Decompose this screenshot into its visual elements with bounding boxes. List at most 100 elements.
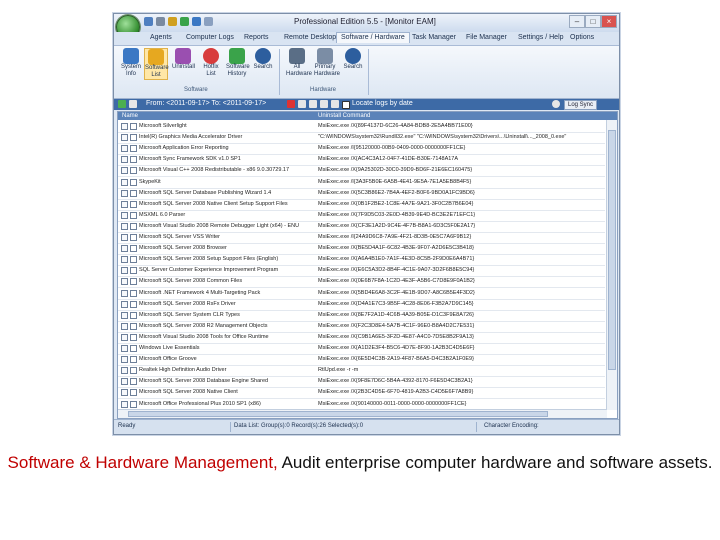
tab-remote-desktop[interactable]: Remote Desktop: [284, 34, 336, 41]
tab-agents[interactable]: Agents: [150, 34, 172, 41]
tab-file-manager[interactable]: File Manager: [466, 34, 507, 41]
tab-reports[interactable]: Reports: [244, 34, 269, 41]
horizontal-scrollbar[interactable]: [118, 409, 607, 418]
software-history-button[interactable]: Software History: [226, 48, 250, 78]
software-search-button[interactable]: Search: [252, 48, 274, 71]
row-checkbox[interactable]: [130, 400, 137, 408]
row-uninstall-command: MsiExec.exe /X{9A25302D-30C0-39D9-BD6F-2…: [318, 167, 473, 174]
row-checkbox[interactable]: [130, 378, 137, 386]
tab-task-manager[interactable]: Task Manager: [412, 34, 456, 41]
software-list-button[interactable]: Software List: [144, 48, 169, 80]
calendar-alt-icon[interactable]: [298, 100, 306, 108]
close-button[interactable]: ×: [601, 15, 617, 28]
expand-icon[interactable]: [121, 222, 128, 230]
row-checkbox[interactable]: [130, 267, 137, 275]
row-checkbox[interactable]: [130, 200, 137, 208]
save-icon[interactable]: [309, 100, 317, 108]
quick-access-refresh-icon[interactable]: [180, 17, 189, 26]
row-checkbox[interactable]: [130, 356, 137, 364]
expand-icon[interactable]: [121, 267, 128, 275]
horizontal-scroll-thumb[interactable]: [128, 411, 548, 417]
row-checkbox[interactable]: [130, 189, 137, 197]
hotfix-list-button[interactable]: Hotfix List: [200, 48, 222, 78]
row-checkbox[interactable]: [130, 311, 137, 319]
row-checkbox[interactable]: [130, 234, 137, 241]
quick-access-help-icon[interactable]: [192, 17, 201, 26]
row-checkbox[interactable]: [130, 222, 137, 230]
search-icon[interactable]: [552, 100, 560, 108]
expand-icon[interactable]: [121, 278, 128, 286]
expand-icon[interactable]: [121, 145, 128, 153]
filter-icon[interactable]: [331, 100, 339, 108]
expand-icon[interactable]: [121, 378, 128, 386]
expand-icon[interactable]: [121, 367, 128, 375]
calendar-icon[interactable]: [287, 100, 295, 108]
row-checkbox[interactable]: [130, 256, 137, 264]
expand-icon[interactable]: [121, 400, 128, 408]
expand-icon[interactable]: [121, 300, 128, 308]
tab-computer-logs[interactable]: Computer Logs: [186, 34, 234, 41]
minimize-button[interactable]: –: [569, 15, 585, 28]
row-checkbox[interactable]: [130, 300, 137, 308]
quick-access-dropdown-icon[interactable]: [204, 17, 213, 26]
vertical-scroll-thumb[interactable]: [608, 130, 616, 370]
row-checkbox[interactable]: [130, 245, 137, 253]
expand-icon[interactable]: [121, 389, 128, 397]
row-checkbox[interactable]: [130, 367, 137, 375]
expand-icon[interactable]: [121, 333, 128, 341]
row-checkbox[interactable]: [130, 289, 137, 297]
quick-access-folder-icon[interactable]: [168, 17, 177, 26]
primary-hardware-button[interactable]: Primary Hardware: [314, 48, 340, 78]
uninstall-button[interactable]: Uninstall: [172, 48, 195, 71]
expand-icon[interactable]: [121, 245, 128, 253]
expand-icon[interactable]: [121, 322, 128, 330]
options-menu[interactable]: Options: [570, 34, 594, 41]
row-checkbox[interactable]: [130, 134, 137, 142]
row-checkbox[interactable]: [130, 278, 137, 286]
row-checkbox[interactable]: [130, 178, 137, 186]
expand-icon[interactable]: [121, 156, 128, 164]
refresh-icon[interactable]: [320, 100, 328, 108]
row-checkbox[interactable]: [130, 145, 137, 153]
quick-access-agent-icon[interactable]: [144, 17, 153, 26]
quick-access-settings-icon[interactable]: [156, 17, 165, 26]
expand-icon[interactable]: [121, 189, 128, 197]
row-checkbox[interactable]: [130, 333, 137, 341]
row-checkbox[interactable]: [130, 156, 137, 164]
expand-icon[interactable]: [121, 200, 128, 208]
log-sync-button[interactable]: Log Sync: [564, 100, 598, 110]
row-checkbox[interactable]: [130, 322, 137, 330]
expand-icon[interactable]: [121, 311, 128, 319]
tab-settings-help[interactable]: Settings / Help: [518, 34, 564, 41]
expand-icon[interactable]: [121, 211, 128, 219]
software-list-label-2: List: [151, 72, 161, 78]
expand-icon[interactable]: [121, 256, 128, 264]
row-checkbox[interactable]: [130, 211, 137, 219]
expand-icon[interactable]: [121, 356, 128, 364]
system-info-button[interactable]: System Info: [120, 48, 142, 78]
expand-icon[interactable]: [121, 234, 128, 241]
vertical-scrollbar[interactable]: [606, 120, 617, 410]
column-header-name[interactable]: Name: [122, 112, 138, 120]
row-name: Microsoft SQL Server 2008 Database Engin…: [139, 378, 269, 385]
expand-icon[interactable]: [121, 178, 128, 186]
expand-icon[interactable]: [121, 134, 128, 142]
expand-icon[interactable]: [121, 345, 128, 352]
tab-software-hardware[interactable]: Software / Hardware: [336, 32, 410, 43]
hotfix-label: Hotfix: [203, 64, 219, 70]
row-checkbox[interactable]: [130, 123, 137, 130]
expand-icon[interactable]: [121, 123, 128, 130]
row-checkbox[interactable]: [130, 167, 137, 175]
date-range[interactable]: From: <2011-09-17> To: <2011-09-17>: [146, 100, 266, 107]
column-header-uninstall-command[interactable]: Uninstall Command: [318, 112, 370, 120]
grid-view-icon[interactable]: [129, 100, 137, 108]
all-hardware-button[interactable]: All Hardware: [286, 48, 312, 78]
hardware-search-button[interactable]: Search: [342, 48, 364, 71]
export-icon[interactable]: [118, 100, 126, 108]
locate-checkbox[interactable]: [342, 101, 350, 109]
expand-icon[interactable]: [121, 289, 128, 297]
row-checkbox[interactable]: [130, 345, 137, 352]
row-checkbox[interactable]: [130, 389, 137, 397]
expand-icon[interactable]: [121, 167, 128, 175]
maximize-button[interactable]: □: [585, 15, 601, 28]
